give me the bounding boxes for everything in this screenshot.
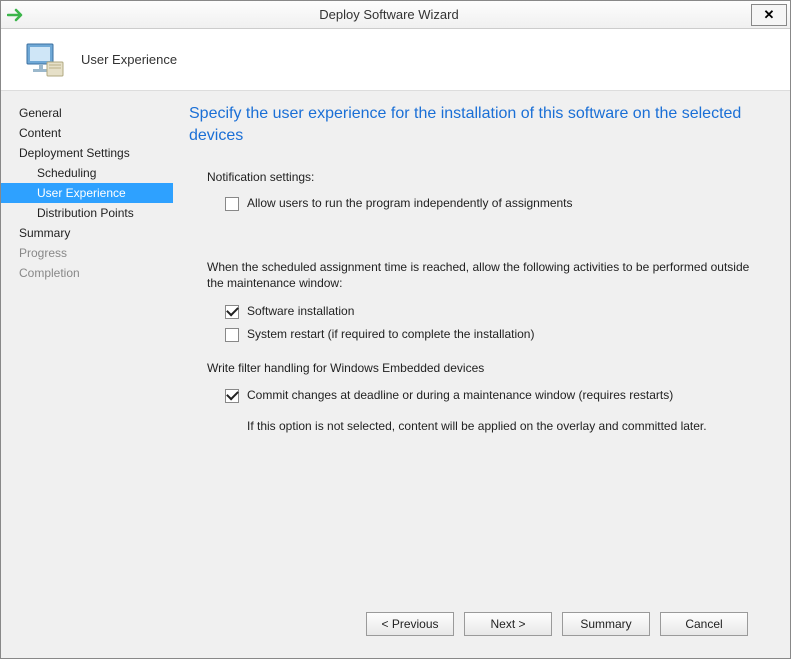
maintenance-window-text: When the scheduled assignment time is re… (189, 259, 768, 291)
content-heading: Specify the user experience for the inst… (189, 103, 768, 146)
sidebar-item-scheduling[interactable]: Scheduling (1, 163, 173, 183)
close-button[interactable]: ✕ (751, 4, 787, 26)
footer-buttons: < Previous Next > Summary Cancel (189, 600, 768, 648)
checkbox-row-software-install: Software installation (189, 304, 768, 319)
cancel-button[interactable]: Cancel (660, 612, 748, 636)
checkbox-system-restart[interactable] (225, 328, 239, 342)
page-title: User Experience (81, 52, 177, 67)
sidebar-item-progress[interactable]: Progress (1, 243, 173, 263)
content-pane: Specify the user experience for the inst… (173, 91, 790, 658)
window-title: Deploy Software Wizard (27, 7, 751, 22)
checkbox-row-system-restart: System restart (if required to complete … (189, 327, 768, 342)
sidebar-item-general[interactable]: General (1, 103, 173, 123)
close-icon: ✕ (764, 7, 775, 23)
titlebar: Deploy Software Wizard ✕ (1, 1, 790, 29)
checkbox-allow-users[interactable] (225, 197, 239, 211)
header-band: User Experience (1, 29, 790, 91)
checkbox-allow-users-label: Allow users to run the program independe… (247, 196, 573, 210)
sidebar-item-content[interactable]: Content (1, 123, 173, 143)
sidebar-item-user-experience[interactable]: User Experience (1, 183, 173, 203)
sidebar-item-distribution-points[interactable]: Distribution Points (1, 203, 173, 223)
checkbox-commit-changes[interactable] (225, 389, 239, 403)
checkbox-software-install-label: Software installation (247, 304, 354, 318)
write-filter-label: Write filter handling for Windows Embedd… (189, 360, 768, 376)
checkbox-row-allow-users: Allow users to run the program independe… (189, 196, 768, 211)
next-button[interactable]: Next > (464, 612, 552, 636)
summary-button[interactable]: Summary (562, 612, 650, 636)
wizard-body: GeneralContentDeployment SettingsSchedul… (1, 91, 790, 658)
sidebar: GeneralContentDeployment SettingsSchedul… (1, 91, 173, 658)
notification-settings-label: Notification settings: (207, 170, 768, 184)
sidebar-item-deployment-settings[interactable]: Deployment Settings (1, 143, 173, 163)
sidebar-item-summary[interactable]: Summary (1, 223, 173, 243)
computer-icon (23, 38, 67, 82)
checkbox-commit-changes-label: Commit changes at deadline or during a m… (247, 388, 673, 402)
checkbox-system-restart-label: System restart (if required to complete … (247, 327, 534, 341)
forward-arrow-icon (5, 6, 27, 24)
commit-note: If this option is not selected, content … (189, 419, 768, 433)
previous-button[interactable]: < Previous (366, 612, 454, 636)
checkbox-row-commit-changes: Commit changes at deadline or during a m… (189, 388, 768, 403)
checkbox-software-install[interactable] (225, 305, 239, 319)
wizard-window: Deploy Software Wizard ✕ User Experience… (0, 0, 791, 659)
sidebar-item-completion[interactable]: Completion (1, 263, 173, 283)
